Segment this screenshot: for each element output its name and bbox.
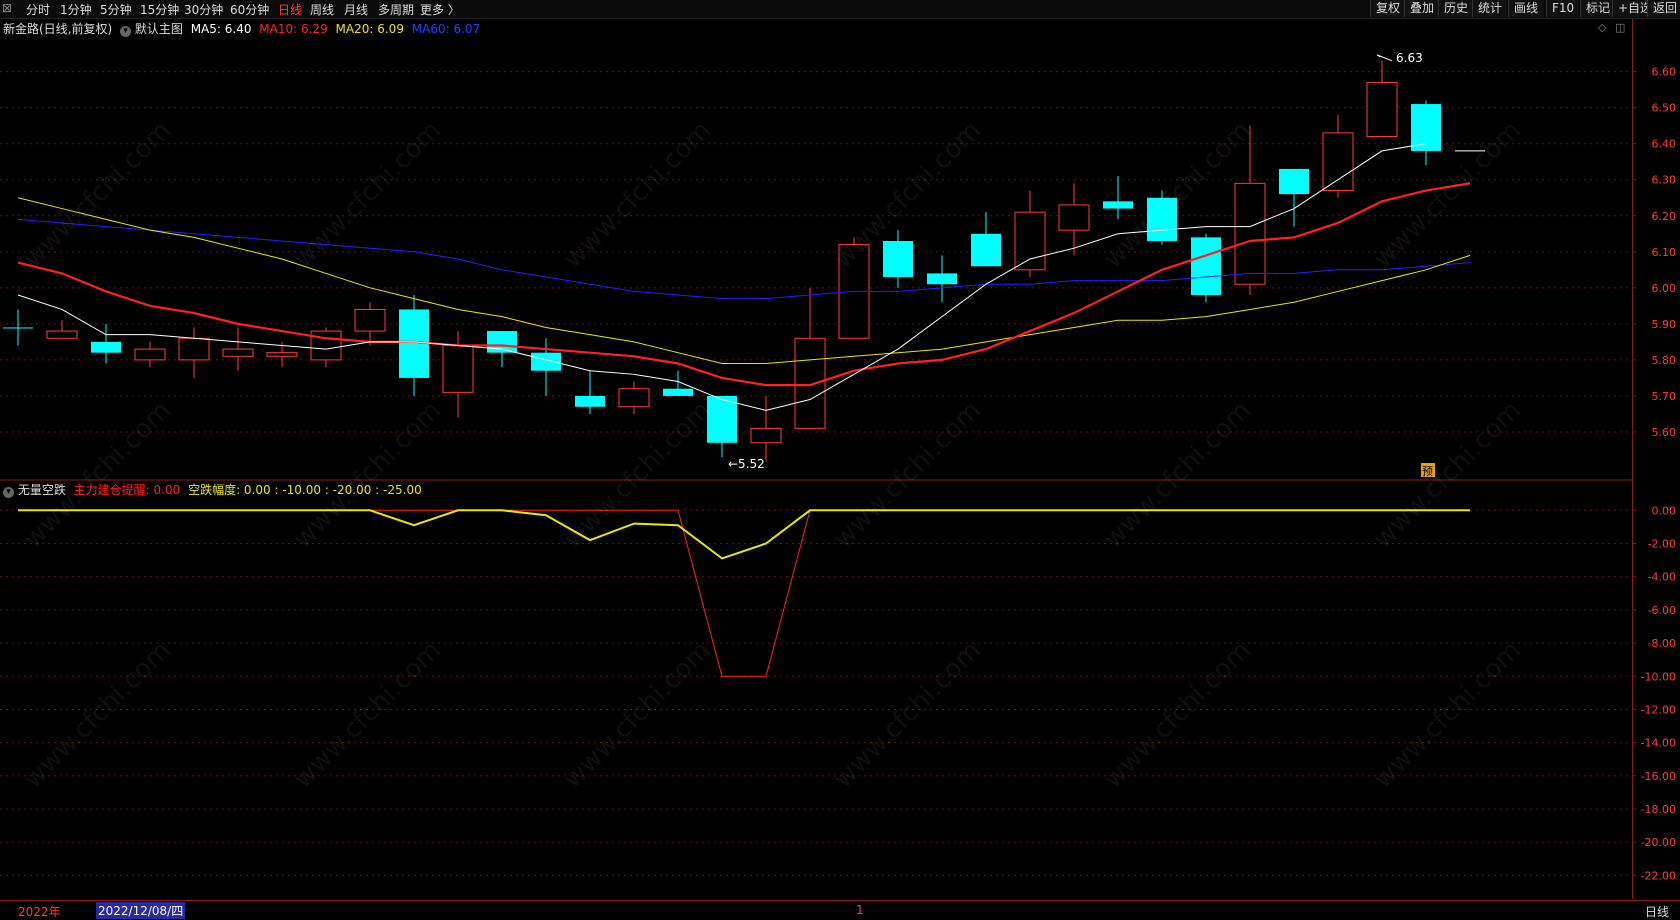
kline-chart[interactable]: 6.606.506.406.306.206.106.005.905.805.70… bbox=[0, 0, 1680, 918]
indicator-series-1 bbox=[18, 509, 1470, 560]
low-price-label: ←5.52 bbox=[728, 457, 765, 471]
high-price-label: 6.63 bbox=[1396, 51, 1423, 65]
candle-body bbox=[1366, 81, 1398, 137]
candle-body bbox=[1322, 132, 1354, 192]
cursor-date-label: 2022/12/08/四 bbox=[96, 902, 186, 919]
candle-body bbox=[1191, 237, 1221, 296]
candle-body bbox=[46, 330, 78, 339]
candle-body bbox=[663, 388, 693, 396]
candle-body bbox=[134, 348, 166, 361]
candle-body bbox=[222, 348, 254, 357]
candle-body bbox=[618, 388, 650, 408]
candle-body bbox=[354, 308, 386, 332]
candle-body bbox=[531, 352, 561, 371]
candle-body bbox=[794, 337, 826, 429]
candle-body bbox=[91, 341, 121, 353]
candle-body bbox=[266, 352, 298, 357]
candle-body bbox=[178, 337, 210, 361]
year-label: 2022年 bbox=[18, 905, 61, 919]
candle-body bbox=[927, 273, 957, 285]
indicator-series-0 bbox=[18, 509, 1470, 677]
month-marker: 1 bbox=[856, 903, 864, 917]
candle-body bbox=[971, 233, 1001, 267]
candle-body bbox=[3, 327, 33, 329]
candle-body bbox=[310, 330, 342, 361]
candle-body bbox=[1234, 182, 1266, 285]
candle-body bbox=[883, 240, 913, 278]
forecast-badge-text: 预 bbox=[1422, 465, 1433, 478]
candle-body bbox=[707, 395, 737, 443]
candle-body bbox=[1058, 204, 1090, 231]
candle-body bbox=[1147, 197, 1177, 241]
high-arrow bbox=[1376, 54, 1393, 62]
candle-body bbox=[750, 427, 782, 444]
candle-body bbox=[575, 395, 605, 407]
date-axis: 2022年 2022/12/08/四 1 日线 bbox=[0, 900, 1680, 919]
candle-body bbox=[1103, 201, 1133, 209]
candle-body bbox=[1279, 168, 1309, 195]
candle-body bbox=[1014, 211, 1046, 271]
candle-body bbox=[442, 344, 474, 393]
period-label-bottom[interactable]: 日线 bbox=[1645, 903, 1669, 920]
price-axis bbox=[1632, 19, 1680, 899]
